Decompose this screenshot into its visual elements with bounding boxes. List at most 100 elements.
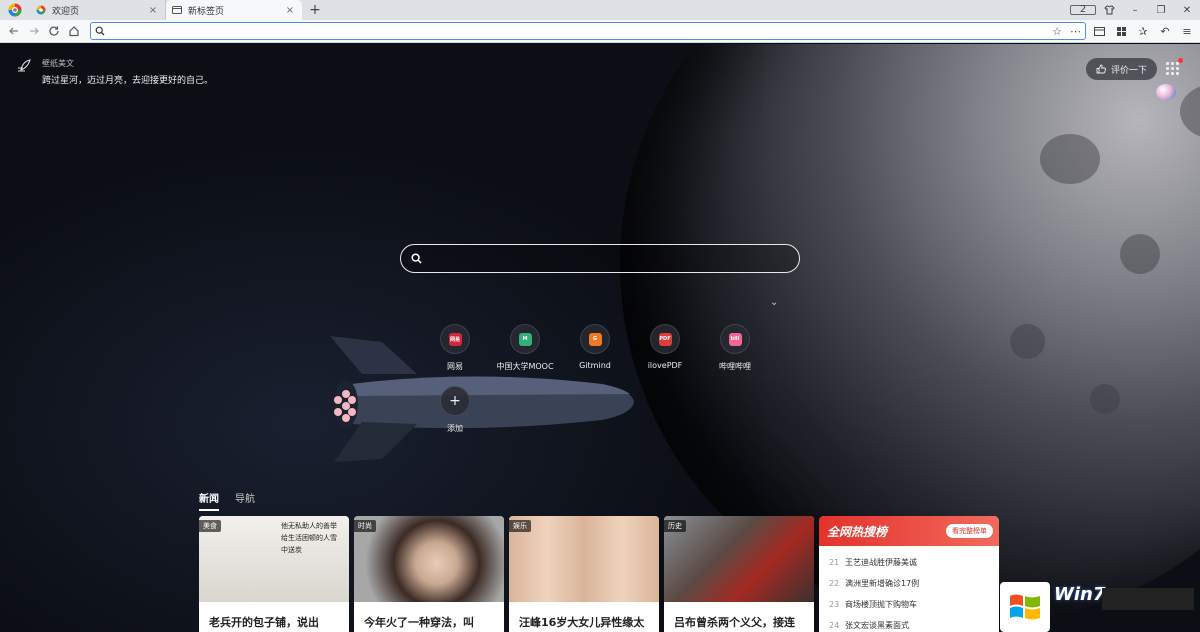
menu-icon[interactable]: ≡ xyxy=(1178,22,1196,40)
news-thumbnail xyxy=(509,516,659,602)
quick-link-mooc[interactable]: M 中国大学MOOC xyxy=(490,324,560,386)
minimize-button[interactable]: – xyxy=(1122,5,1148,16)
close-icon[interactable]: × xyxy=(147,5,159,16)
quick-link-circle: bili xyxy=(720,324,750,354)
bilibili-icon: bili xyxy=(728,332,742,346)
watermark-bar xyxy=(1102,588,1194,610)
quick-link-circle: M xyxy=(510,324,540,354)
hot-search-header: 全网热搜榜 看完整榜单 xyxy=(819,516,999,546)
search-icon xyxy=(411,253,422,264)
close-icon[interactable]: × xyxy=(284,5,296,16)
theme-orb-icon[interactable] xyxy=(1156,84,1176,100)
news-title: 汪峰16岁大女儿异性缘太 xyxy=(519,616,645,629)
restore-button[interactable]: ❐ xyxy=(1148,5,1174,16)
hot-search-title: 全网热搜榜 xyxy=(827,524,888,539)
quick-link-label: 哔哩哔哩 xyxy=(719,362,751,371)
category-tag: 娱乐 xyxy=(509,520,531,532)
sidebar-icon[interactable] xyxy=(1090,22,1108,40)
more-icon[interactable]: ⋯ xyxy=(1070,25,1081,38)
rate-button-label: 评价一下 xyxy=(1111,65,1148,76)
hot-search-item[interactable]: 21 王艺迪战胜伊藤美诚 xyxy=(829,552,989,573)
new-tab-page: 壁纸美文 跨过星河，迈过月亮，去迎接更好的自己。 评价一下 ⌄ 网易 网易 M … xyxy=(0,44,1200,632)
thumbnail-caption: 他无私助人的善举给生活困顿的人雪中送炭 xyxy=(281,522,337,554)
quick-links: 网易 网易 M 中国大学MOOC G Gitmind PDF ilovePDF … xyxy=(420,324,780,448)
view-full-list-button[interactable]: 看完整榜单 xyxy=(946,524,993,538)
news-thumbnail: 他无私助人的善举给生活困顿的人雪中送炭 xyxy=(199,516,349,602)
ilovepdf-icon: PDF xyxy=(658,332,672,346)
news-thumbnail xyxy=(664,516,814,602)
news-cards: 他无私助人的善举给生活困顿的人雪中送炭 美食 老兵开的包子铺，说出 时尚 今年火… xyxy=(199,516,999,632)
add-quick-link-button[interactable]: + 添加 xyxy=(420,386,490,448)
hot-search-item[interactable]: 22 满洲里新增确诊17例 xyxy=(829,573,989,594)
new-tab-button[interactable]: + xyxy=(306,0,324,20)
plus-icon: + xyxy=(440,386,470,416)
apps-grid-icon[interactable] xyxy=(1166,62,1180,76)
address-input[interactable] xyxy=(110,24,1053,38)
tab-count-badge: 2 xyxy=(1070,5,1096,15)
search-input[interactable] xyxy=(430,252,789,265)
home-button[interactable] xyxy=(64,21,84,41)
hot-search-text: 满洲里新增确诊17例 xyxy=(845,579,920,588)
news-thumbnail xyxy=(354,516,504,602)
tab-title: 新标签页 xyxy=(188,6,225,17)
quick-link-label: 中国大学MOOC xyxy=(496,362,554,371)
gitmind-icon: G xyxy=(588,332,602,346)
tab-welcome[interactable]: 欢迎页 × xyxy=(30,0,166,20)
windows-flag-icon xyxy=(1000,582,1050,632)
extensions-icon[interactable] xyxy=(1112,22,1130,40)
hot-search-item[interactable]: 23 商场楼顶抛下购物车 xyxy=(829,594,989,615)
news-card[interactable]: 娱乐 汪峰16岁大女儿异性缘太 xyxy=(509,516,659,632)
feather-pen-icon[interactable] xyxy=(16,58,32,74)
news-title: 老兵开的包子铺，说出 xyxy=(209,616,319,629)
tab-strip: 欢迎页 × 新标签页 × + 2 – ❐ ✕ xyxy=(0,0,1200,20)
news-card[interactable]: 他无私助人的善举给生活困顿的人雪中送炭 美食 老兵开的包子铺，说出 xyxy=(199,516,349,632)
tab-title: 欢迎页 xyxy=(52,6,80,17)
search-box[interactable] xyxy=(400,244,800,273)
quick-link-gitmind[interactable]: G Gitmind xyxy=(560,324,630,386)
netease-icon: 网易 xyxy=(448,332,462,346)
category-tag: 历史 xyxy=(664,520,686,532)
window-controls: 2 – ❐ ✕ xyxy=(1070,0,1200,20)
news-card[interactable]: 历史 吕布曾杀两个义父，接连 xyxy=(664,516,814,632)
rate-button[interactable]: 评价一下 xyxy=(1086,58,1158,80)
home-icon xyxy=(69,26,79,37)
address-bar[interactable]: ☆ ⋯ xyxy=(89,22,1087,40)
tab-news[interactable]: 新闻 xyxy=(199,490,219,511)
hot-search-text: 商场楼顶抛下购物车 xyxy=(845,600,917,609)
wallpaper-quote: 壁纸美文 跨过星河，迈过月亮，去迎接更好的自己。 xyxy=(16,58,213,86)
browser-logo-icon[interactable] xyxy=(0,0,30,20)
chevron-down-icon[interactable]: ⌄ xyxy=(770,297,778,308)
hot-search-text: 王艺迪战胜伊藤美诚 xyxy=(845,558,917,567)
back-button[interactable] xyxy=(4,21,24,41)
tab-count-button[interactable]: 2 xyxy=(1070,5,1096,15)
rank-number: 21 xyxy=(829,558,840,567)
notification-dot xyxy=(1178,58,1183,63)
rank-number: 23 xyxy=(829,600,840,609)
rank-number: 22 xyxy=(829,579,840,588)
arrow-right-icon xyxy=(29,27,39,35)
rank-number: 24 xyxy=(829,621,840,630)
quick-link-label: 网易 xyxy=(447,362,463,371)
favorites-icon[interactable]: ✰ xyxy=(1134,22,1152,40)
forward-button[interactable] xyxy=(24,21,44,41)
quick-link-circle: PDF xyxy=(650,324,680,354)
reload-button[interactable] xyxy=(44,21,64,41)
close-window-button[interactable]: ✕ xyxy=(1174,5,1200,16)
quick-link-bilibili[interactable]: bili 哔哩哔哩 xyxy=(700,324,770,386)
search-icon xyxy=(95,26,105,36)
hot-search-item[interactable]: 24 张文宏谈黑素面式 xyxy=(829,615,989,632)
category-tag: 时尚 xyxy=(354,520,376,532)
undo-icon[interactable]: ↶ xyxy=(1156,22,1174,40)
category-tag: 美食 xyxy=(199,520,221,532)
news-card[interactable]: 时尚 今年火了一种穿法，叫 xyxy=(354,516,504,632)
quick-link-ilovepdf[interactable]: PDF ilovePDF xyxy=(630,324,700,386)
bookmark-star-icon[interactable]: ☆ xyxy=(1052,25,1062,38)
skin-icon[interactable] xyxy=(1096,5,1122,15)
watermark-text: Win7 xyxy=(1054,584,1106,605)
quick-link-netease[interactable]: 网易 网易 xyxy=(420,324,490,386)
tab-navigation[interactable]: 导航 xyxy=(235,490,255,511)
quick-link-label: Gitmind xyxy=(579,361,611,370)
tab-new-tab[interactable]: 新标签页 × xyxy=(166,0,302,20)
welcome-page-icon xyxy=(36,5,46,15)
quick-link-circle: 网易 xyxy=(440,324,470,354)
